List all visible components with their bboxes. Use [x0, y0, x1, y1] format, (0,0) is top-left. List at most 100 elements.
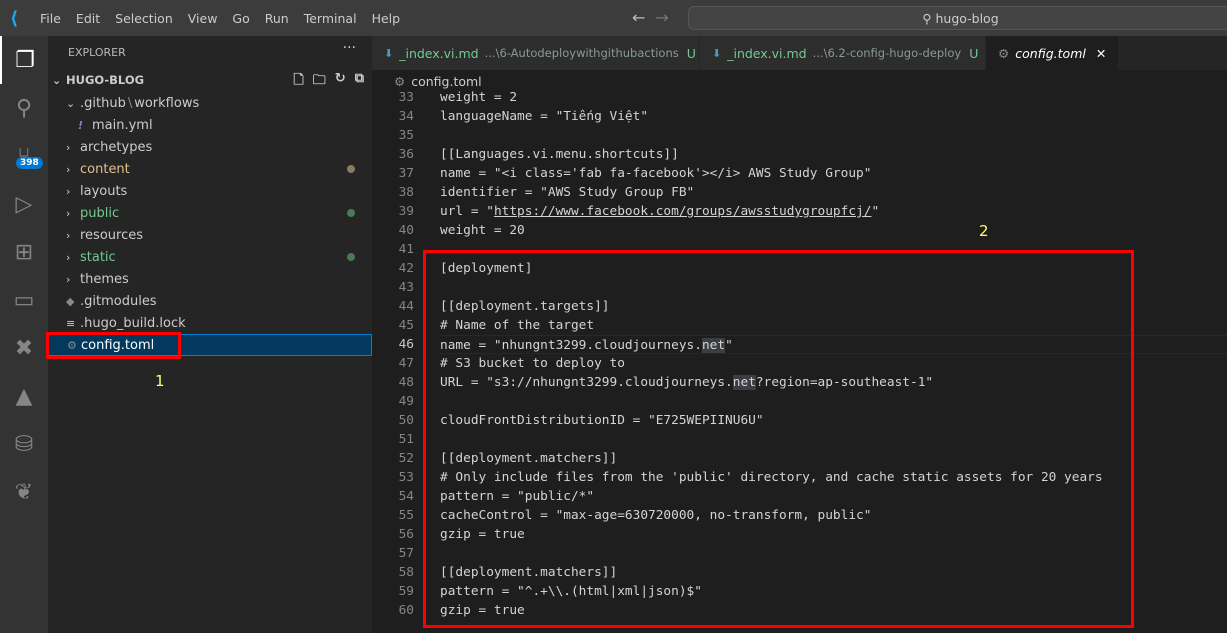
tab--index-vi-md[interactable]: ⬇ _index.vi.md ...\6-Autodeploywithgithuba… — [372, 36, 700, 70]
tree-item-label: resources — [80, 227, 144, 243]
more-actions-button[interactable]: ··· — [343, 40, 356, 56]
tree-item-public[interactable]: › public — [48, 202, 372, 224]
command-center-search[interactable]: ⚲ hugo-blog — [688, 6, 1227, 30]
gear-icon: ⚙ — [394, 73, 406, 89]
menu-view[interactable]: View — [188, 11, 218, 26]
scm-badge: 398 — [16, 157, 43, 169]
code-line: 40 weight = 20 — [372, 221, 1227, 240]
explorer-toolbar: 🗋 🗀 ↻ ⧉ — [293, 71, 364, 93]
tab--index-vi-md[interactable]: ⬇ _index.vi.md ...\6.2-config-hugo-deploy U — [700, 36, 986, 70]
forward-icon[interactable]: → — [655, 8, 678, 27]
extensions-icon[interactable]: ⊞ — [0, 228, 48, 276]
vscode-logo-icon: ⟨ — [10, 7, 19, 29]
tab-name: _index.vi.md — [727, 45, 807, 61]
line-number: 59 — [398, 584, 414, 599]
menu-help[interactable]: Help — [372, 11, 401, 26]
markdown-download-icon: ⬇ — [384, 46, 394, 60]
title-bar: ⟨ File Edit Selection View Go Run Terminal Help… — [0, 0, 1227, 36]
search-icon[interactable]: ⚲ — [0, 84, 48, 132]
line-text: weight = 2 — [440, 88, 517, 107]
line-number: 47 — [398, 356, 414, 371]
gear-icon: ⚙ — [998, 45, 1010, 61]
line-text: [[Languages.vi.menu.shortcuts]] — [440, 145, 679, 164]
line-text: identifier = "AWS Study Group FB" — [440, 183, 694, 202]
azure-icon[interactable]: ▲ — [0, 372, 48, 420]
tree-item-label: static — [80, 249, 116, 265]
chevron-right-icon: › — [66, 206, 71, 220]
tree-item-hugo-build-lock[interactable]: ≡ .hugo_build.lock — [48, 312, 372, 334]
chevron-down-icon: ⌄ — [52, 73, 62, 87]
tree-item-label: .hugo_build.lock — [80, 315, 186, 331]
activity-bar: ❐ ⚲ ⑂ ▷ ⊞ ▭ ✖ ▲ ⛁ ❦ 398 — [0, 36, 48, 633]
tree-item-github[interactable]: ⌄ .github \ workflows — [48, 92, 372, 114]
leaf-icon[interactable]: ❦ — [0, 468, 48, 516]
tree-item-static[interactable]: › static — [48, 246, 372, 268]
line-number: 49 — [398, 394, 414, 409]
menu-file[interactable]: File — [40, 11, 61, 26]
line-text: url = "https://www.facebook.com/groups/a… — [440, 202, 879, 221]
back-icon[interactable]: ← — [632, 8, 655, 27]
new-folder-icon[interactable]: 🗀 — [313, 71, 326, 93]
url-link[interactable]: https://www.facebook.com/groups/awsstudy… — [494, 204, 872, 219]
tree-item-label: .github — [80, 95, 126, 111]
menu-terminal[interactable]: Terminal — [304, 11, 357, 26]
editor-tabs: ⬇ _index.vi.md ...\6-Autodeploywithgithuba… — [372, 36, 1227, 70]
tree-item-label: themes — [80, 271, 129, 287]
run-debug-icon[interactable]: ▷ — [0, 180, 48, 228]
modified-dot — [347, 165, 355, 173]
remote-explorer-icon[interactable]: ▭ — [0, 276, 48, 324]
line-number: 53 — [398, 470, 414, 485]
highlight-box-deployment — [423, 250, 1134, 628]
tree-item-label: .gitmodules — [80, 293, 157, 309]
tree-item-layouts[interactable]: › layouts — [48, 180, 372, 202]
git-file-icon: ◆ — [66, 294, 75, 308]
close-icon[interactable]: ✕ — [1096, 46, 1106, 61]
code-text: name = "<i class='fab fa-facebook'></i> … — [440, 166, 872, 181]
text-file-icon: ≡ — [66, 316, 76, 330]
modified-dot — [347, 209, 355, 217]
menu-go[interactable]: Go — [232, 11, 249, 26]
markdown-download-icon: ⬇ — [712, 46, 722, 60]
line-number: 46 — [398, 337, 414, 352]
menu-edit[interactable]: Edit — [76, 11, 100, 26]
line-number: 51 — [398, 432, 414, 447]
line-number: 45 — [398, 318, 414, 333]
workspace-root[interactable]: ⌄ HUGO-BLOG 🗋 🗀 ↻ ⧉ — [48, 69, 372, 91]
line-number: 36 — [398, 147, 414, 162]
tab-name: _index.vi.md — [399, 45, 479, 61]
tree-item-label: content — [80, 161, 130, 177]
line-number: 42 — [398, 261, 414, 276]
line-number: 55 — [398, 508, 414, 523]
source-control-icon[interactable]: ⑂ — [0, 132, 48, 180]
tree-item-content[interactable]: › content — [48, 158, 372, 180]
collapse-all-icon[interactable]: ⧉ — [355, 71, 364, 93]
files-icon[interactable]: ❐ — [0, 36, 48, 84]
tree-item-resources[interactable]: › resources — [48, 224, 372, 246]
menu-run[interactable]: Run — [265, 11, 289, 26]
tree-item-label: public — [80, 205, 120, 221]
chevron-right-icon: › — [66, 228, 71, 242]
tab-name: config.toml — [1015, 45, 1086, 61]
tree-item-label: archetypes — [80, 139, 153, 155]
tree-item-main-yml[interactable]: ! main.yml — [48, 114, 372, 136]
tab-config-toml[interactable]: ⚙ config.toml ✕ — [986, 36, 1120, 70]
tree-item-themes[interactable]: › themes — [48, 268, 372, 290]
line-number: 56 — [398, 527, 414, 542]
code-line: 36 [[Languages.vi.menu.shortcuts]] — [372, 145, 1227, 164]
search-label: hugo-blog — [935, 10, 999, 26]
tab-path: ...\6-Autodeploywithgithubactions — [484, 46, 679, 60]
database-icon[interactable]: ⛁ — [0, 420, 48, 468]
line-text: languageName = "Tiếng Việt" — [440, 107, 648, 126]
tree-item-gitmodules[interactable]: ◆ .gitmodules — [48, 290, 372, 312]
untracked-badge: U — [969, 45, 979, 61]
code-line: 39 url = "https://www.facebook.com/groups… — [372, 202, 1227, 221]
tree-item-archetypes[interactable]: › archetypes — [48, 136, 372, 158]
code-line: 37 name = "<i class='fab fa-facebook'></i… — [372, 164, 1227, 183]
code-text: [[Languages.vi.menu.shortcuts]] — [440, 147, 679, 162]
menu-selection[interactable]: Selection — [115, 11, 173, 26]
code-line: 33 weight = 2 — [372, 88, 1227, 107]
new-file-icon[interactable]: 🗋 — [293, 71, 303, 93]
x-icon[interactable]: ✖ — [0, 324, 48, 372]
chevron-right-icon: › — [66, 250, 71, 264]
refresh-icon[interactable]: ↻ — [335, 71, 346, 93]
